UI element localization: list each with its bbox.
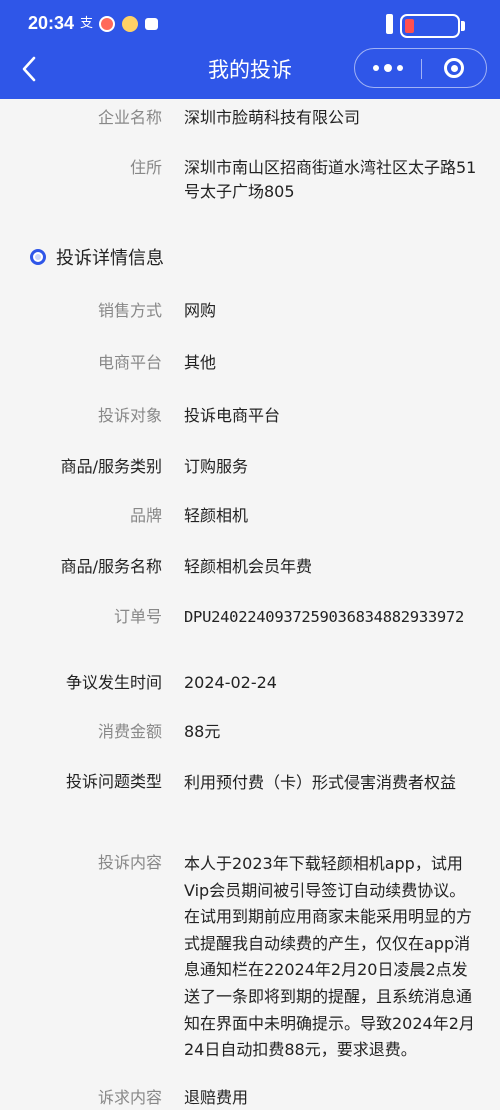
weibo-icon: [99, 16, 115, 32]
battery-level: [405, 19, 414, 33]
field-value: 深圳市南山区招商街道水湾社区太子路51号太子广场805: [184, 158, 477, 201]
battery-icon: [386, 12, 474, 40]
charging-icon: [386, 14, 393, 34]
more-button[interactable]: [355, 49, 421, 87]
field-value: 轻颜相机会员年费: [184, 557, 313, 576]
radio-circle-icon: [30, 249, 46, 265]
game-icon: [122, 16, 138, 32]
target-circle-icon: [444, 58, 464, 78]
field-value: 投诉电商平台: [184, 406, 281, 425]
field-value: 深圳市脸萌科技有限公司: [184, 108, 361, 127]
field-label: 投诉对象: [97, 406, 162, 425]
field-value: 订购服务: [184, 457, 249, 476]
field-value: 本人于2023年下载轻颜相机app，试用Vip会员期间被引导签订自动续费协议。在…: [184, 854, 475, 1060]
alipay-icon: 支: [80, 16, 94, 31]
field-label: 诉求内容: [97, 1088, 162, 1107]
field-label: 争议发生时间: [65, 673, 162, 692]
field-label: 电商平台: [97, 353, 162, 372]
book-icon: [145, 18, 158, 30]
field-label: 商品/服务类别: [60, 457, 162, 476]
field-value: 利用预付费（卡）形式侵害消费者权益: [184, 773, 457, 792]
field-label: 企业名称: [97, 108, 162, 127]
field-label: 销售方式: [97, 301, 162, 320]
close-mini-program-button[interactable]: [422, 49, 486, 87]
field-label: 商品/服务名称: [60, 557, 162, 576]
field-value: 网购: [184, 301, 217, 320]
field-label: 住所: [129, 158, 162, 177]
field-value: 退赔费用: [184, 1088, 249, 1107]
field-label: 品牌: [129, 506, 162, 525]
section-header: 投诉详情信息: [30, 243, 164, 271]
status-time: 20:34: [28, 13, 75, 33]
field-value: DPU2402240937259036834882933972: [184, 608, 464, 626]
field-value: 88元: [184, 722, 221, 741]
field-label: 投诉内容: [97, 853, 162, 872]
field-label: 消费金额: [97, 722, 162, 741]
field-label: 订单号: [113, 607, 162, 626]
section-title: 投诉详情信息: [56, 248, 164, 269]
mini-program-capsule: [354, 48, 487, 88]
field-value: 2024-02-24: [184, 673, 277, 692]
status-bar: 20:34 支: [0, 0, 500, 48]
top-header: 20:34 支 我的投诉: [0, 0, 500, 99]
field-value: 其他: [184, 353, 217, 372]
field-label: 投诉问题类型: [65, 772, 162, 791]
field-value: 轻颜相机: [184, 506, 249, 525]
notification-icons: 支: [80, 16, 158, 32]
